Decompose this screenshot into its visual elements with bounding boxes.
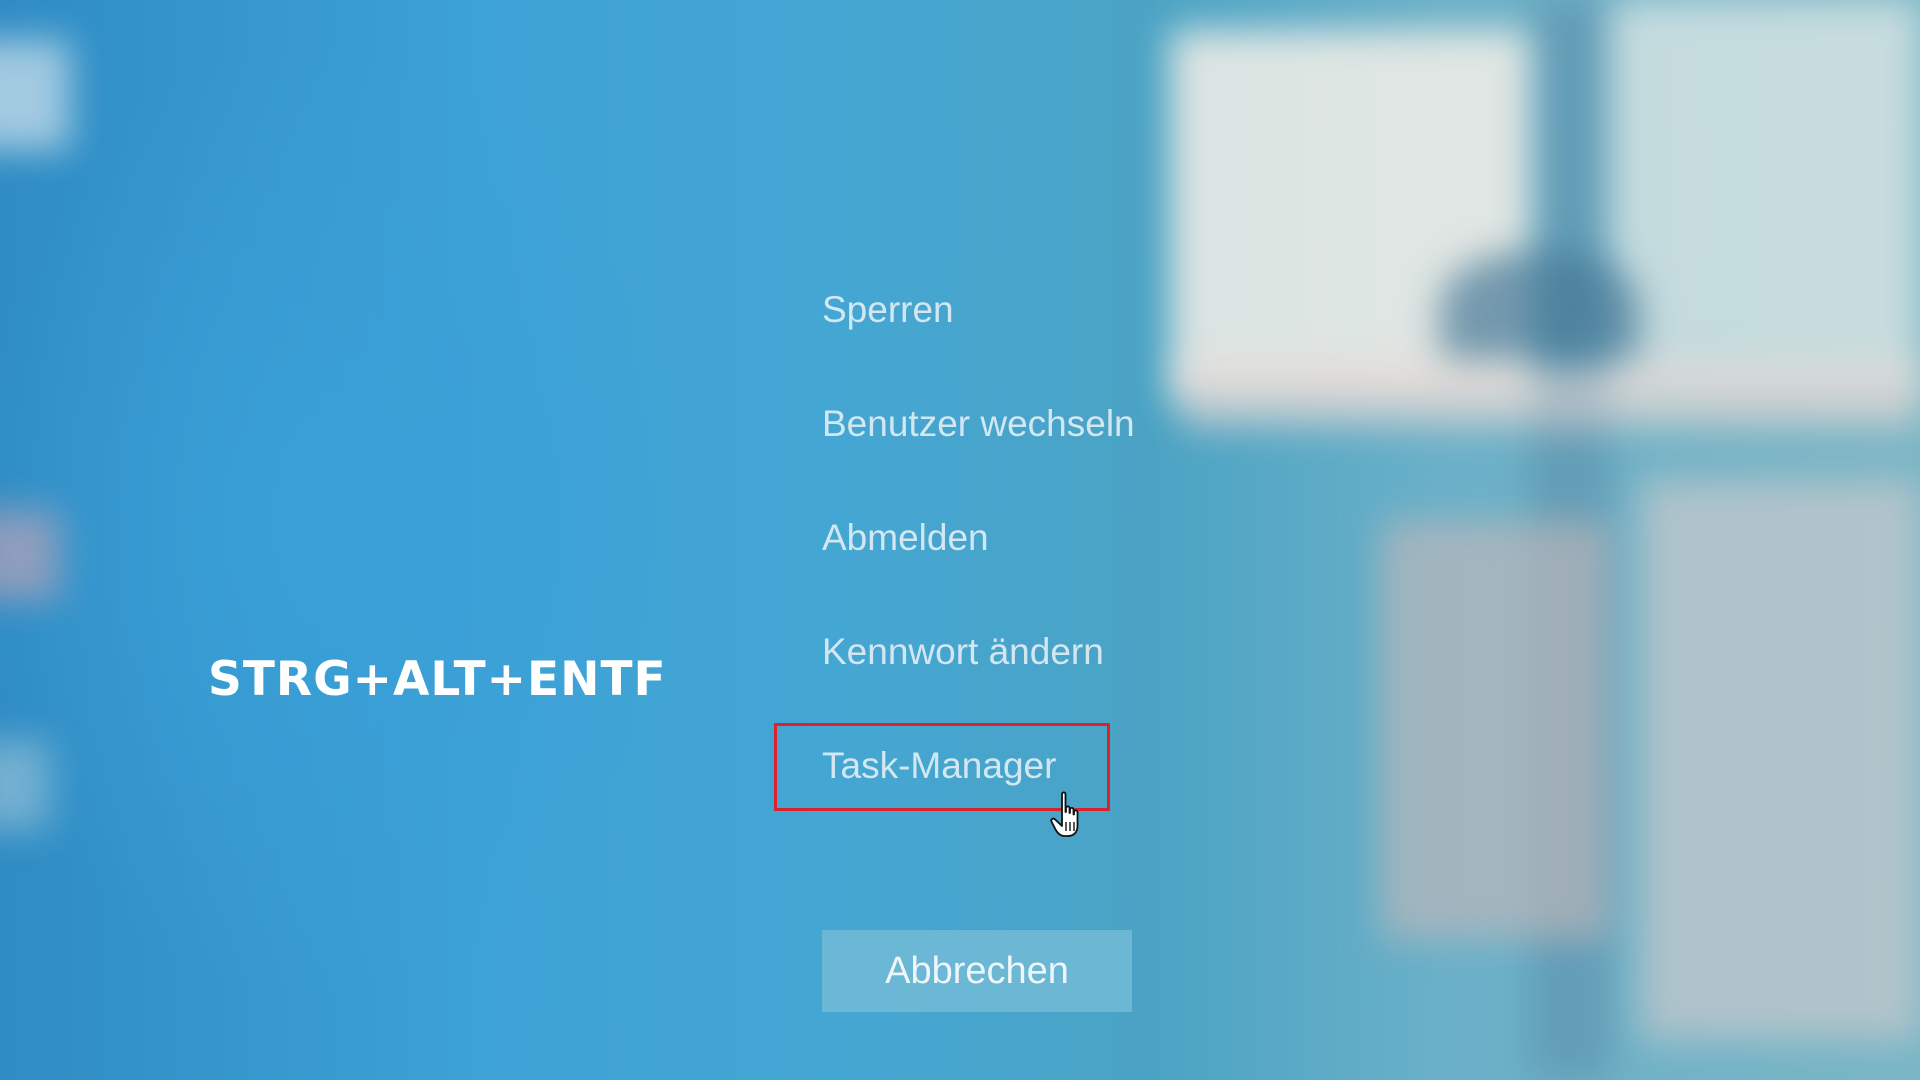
- menu-item-change-password[interactable]: Kennwort ändern: [822, 631, 1104, 673]
- menu-item-sign-out[interactable]: Abmelden: [822, 517, 989, 559]
- menu-item-lock[interactable]: Sperren: [822, 289, 954, 331]
- background-edge-highlight-middle: [0, 510, 60, 600]
- security-options-menu: Sperren Benutzer wechseln Abmelden Kennw…: [822, 0, 1322, 1080]
- background-window-pane-right: [1610, 0, 1920, 400]
- background-edge-highlight-top: [0, 40, 70, 150]
- menu-item-switch-user[interactable]: Benutzer wechseln: [822, 403, 1135, 445]
- background-edge-highlight-bottom: [0, 740, 50, 830]
- background-lower-pane-left: [1380, 520, 1610, 940]
- background-lamp-shape: [1440, 250, 1640, 360]
- shortcut-caption: STRG+ALT+ENTF: [208, 652, 667, 707]
- background-lower-pane-right: [1640, 480, 1920, 1040]
- cancel-button[interactable]: Abbrechen: [822, 930, 1132, 1012]
- hand-pointer-icon: [1050, 790, 1094, 840]
